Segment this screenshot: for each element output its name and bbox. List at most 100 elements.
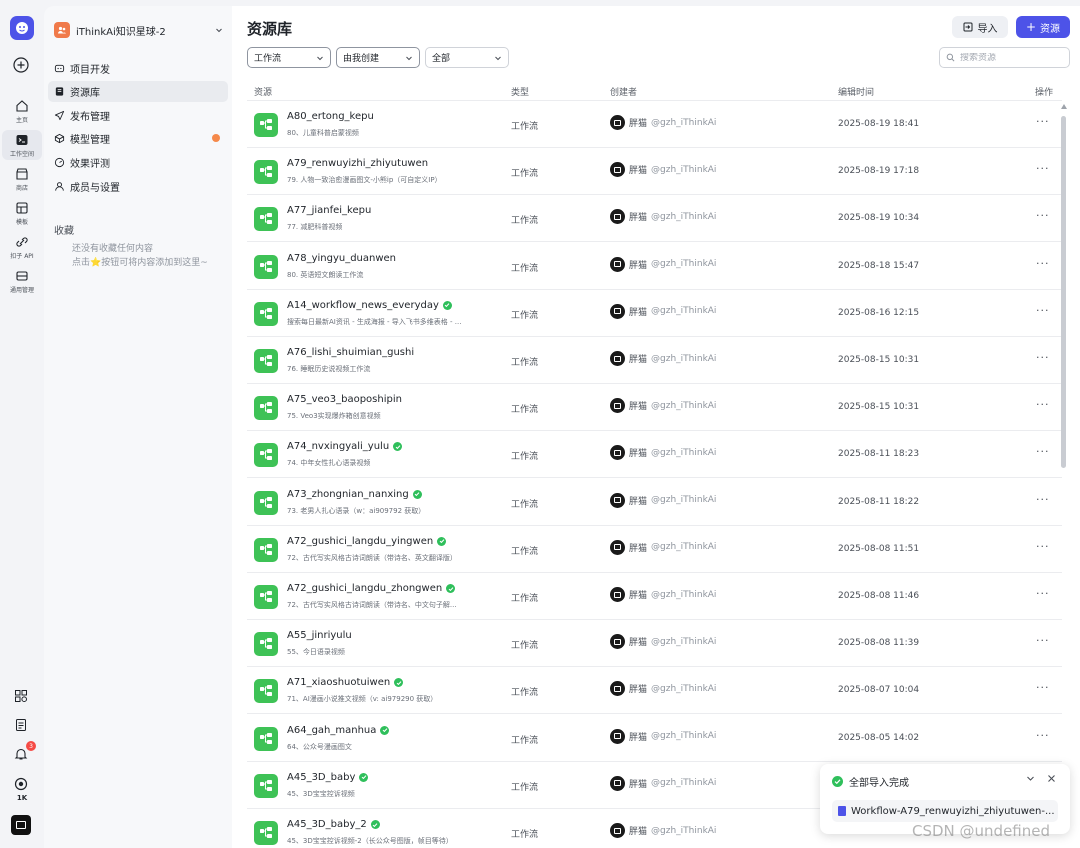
rail-item-label: 工作空间 [9, 150, 34, 158]
add-resource-button[interactable]: + 资源 [1016, 16, 1070, 38]
creator-name: 胖猫 [629, 496, 648, 507]
more-actions-icon[interactable]: ··· [1036, 493, 1050, 506]
table-row[interactable]: A76_lishi_shuimian_gushi 76. 睡眠历史说视频工作流 工作… [247, 337, 1062, 384]
table-row[interactable]: A14_workflow_news_everyday 搜索每日最新AI资讯 - 生… [247, 290, 1062, 337]
resource-name-text: A45_3D_baby [287, 771, 356, 783]
more-actions-icon[interactable]: ··· [1036, 681, 1050, 694]
table-row[interactable]: A64_gah_manhua 64、公众号漫画图文 工作流 胖猫 @gzh_iThink… [247, 715, 1062, 762]
docs-icon[interactable] [12, 716, 30, 734]
resource-creator: 胖猫 @gzh_iThinkAi [610, 256, 716, 272]
sidebar-item-library[interactable]: 资源库 [48, 81, 228, 102]
creator-name: 胖猫 [629, 260, 648, 271]
creator-avatar [610, 539, 625, 555]
creator-handle: @gzh_iThinkAi [651, 636, 717, 647]
resource-name-text: A78_yingyu_duanwen [287, 252, 397, 264]
more-actions-icon[interactable]: ··· [1036, 115, 1050, 128]
import-icon [963, 22, 972, 32]
credits-icon[interactable] [12, 775, 30, 793]
workspace-avatar-icon [54, 22, 70, 38]
creator-handle: @gzh_iThinkAi [651, 825, 717, 836]
creator-name: 胖猫 [629, 355, 648, 365]
rail-item-home[interactable]: 主页 [2, 96, 42, 126]
creator-handle: @gzh_iThinkAi [651, 683, 717, 694]
resource-type: 工作流 [511, 358, 539, 368]
sidebar-item-members[interactable]: 成员与设置 [48, 176, 228, 197]
scrollbar-up-arrow[interactable] [1061, 104, 1067, 109]
notification-bell-icon[interactable]: 3 [12, 741, 36, 763]
creator-avatar [610, 728, 625, 744]
table-row[interactable]: A80_ertong_kepu 80、儿童科普启蒙视频 工作流 胖猫 @gzh_iThi… [247, 101, 1062, 148]
workflow-icon [254, 349, 278, 373]
table-row[interactable]: A79_renwuyizhi_zhiyutuwen 79. 人物一致治愈漫画图文-… [247, 148, 1062, 196]
more-actions-icon[interactable]: ··· [1036, 634, 1050, 647]
resource-creator: 胖猫 @gzh_iThinkAi [610, 351, 716, 366]
resource-edit-time: 2025-08-15 10:31 [838, 402, 920, 413]
resource-description: 74. 中年女性扎心语录视频 [287, 459, 371, 468]
table-row[interactable]: A78_yingyu_duanwen 80. 英语短文朗读工作流 工作流 胖猫 @gzh… [247, 243, 1062, 290]
table-row[interactable]: A75_veo3_baoposhipin 75. Veo3实现爆炸箱创意视频 工作流… [247, 384, 1062, 432]
imported-file-item[interactable]: Workflow-A79_renwuyizhi_zhiyutuwen-... [832, 800, 1058, 822]
rail-item-api[interactable]: 扣子 API [2, 232, 42, 262]
import-button[interactable]: 导入 [952, 16, 1008, 38]
more-actions-icon[interactable]: ··· [1036, 587, 1050, 600]
resource-type: 工作流 [511, 830, 539, 840]
resource-name-text: A75_veo3_baoposhipin [287, 394, 402, 406]
search-input[interactable] [960, 52, 1060, 63]
resource-edit-time: 2025-08-19 17:18 [838, 166, 920, 177]
resource-name-text: A76_lishi_shuimian_gushi [287, 347, 415, 358]
workflow-icon [254, 207, 278, 232]
user-avatar[interactable] [11, 815, 31, 835]
table-row[interactable]: A72_gushici_langdu_zhongwen 72、古代写实风格古诗词朗… [247, 573, 1062, 620]
workflow-icon [254, 443, 278, 468]
more-actions-icon[interactable]: ··· [1036, 257, 1050, 270]
filter-type-select[interactable]: 工作流 [247, 47, 331, 68]
resource-name-text: A79_renwuyizhi_zhiyutuwen [287, 158, 429, 170]
table-row[interactable]: A55_jinriyulu 55、今日语录视频 工作流 胖猫 @gzh_iThinkAi… [247, 620, 1062, 668]
more-actions-icon[interactable]: ··· [1036, 729, 1050, 742]
toast-close-icon[interactable] [1047, 774, 1056, 786]
rail-item-template[interactable]: 模板 [2, 198, 42, 228]
more-actions-icon[interactable]: ··· [1036, 398, 1050, 411]
table-row[interactable]: A71_xiaoshuotuiwen 71、AI漫画小说推文视频（v: ai979… [247, 667, 1062, 715]
rail-item-workspace[interactable]: 工作空间 [2, 130, 42, 160]
creator-avatar [610, 303, 625, 319]
sidebar-item-label: 成员与设置 [70, 183, 120, 194]
filter-creator-select[interactable]: 由我创建 [336, 47, 420, 68]
creator-handle: @gzh_iThinkAi [651, 731, 717, 742]
scrollbar-thumb[interactable] [1061, 116, 1066, 468]
table-row[interactable]: A72_gushici_langdu_yingwen 72、古代写实风格古诗词朗读… [247, 526, 1062, 573]
more-actions-icon[interactable]: ··· [1036, 445, 1050, 458]
table-row[interactable]: A77_jianfei_kepu 77. 减肥科普视频 工作流 胖猫 @gzh_iThi… [247, 195, 1062, 243]
workspace-switcher[interactable]: iThinkAi知识星球-2 [54, 20, 224, 40]
resource-name-text: A55_jinriyulu [287, 630, 352, 642]
sidebar-item-project[interactable]: 项目开发 [48, 58, 228, 79]
rail-item-manage[interactable]: 通用管理 [2, 266, 42, 296]
rail-item-label: 商店 [15, 184, 28, 192]
sidebar-item-publish[interactable]: 发布管理 [48, 105, 228, 126]
add-resource-label: 资源 [1040, 23, 1061, 35]
resource-type: 工作流 [511, 405, 539, 416]
more-actions-icon[interactable]: ··· [1036, 209, 1050, 222]
more-actions-icon[interactable]: ··· [1036, 351, 1050, 364]
more-actions-icon[interactable]: ··· [1036, 304, 1050, 317]
create-plus-icon[interactable] [12, 56, 30, 74]
more-actions-icon[interactable]: ··· [1036, 540, 1050, 553]
resource-name-text: A72_gushici_langdu_yingwen [287, 535, 434, 547]
creator-avatar [610, 492, 625, 508]
table-row[interactable]: A73_zhongnian_nanxing 73. 老男人扎心语录（w：ai909… [247, 479, 1062, 526]
search-box[interactable] [939, 47, 1070, 68]
sidebar-item-evaluate[interactable]: 效果评测 [48, 152, 228, 173]
workspace-sidebar: iThinkAi知识星球-2 项目开发 资源库 发布管理 模型管理 效果评测 成… [44, 6, 232, 848]
published-check-icon [446, 584, 456, 593]
toast-collapse-icon[interactable] [1026, 774, 1035, 786]
rail-item-store[interactable]: 商店 [2, 164, 42, 194]
resource-description: 75. Veo3实现爆炸箱创意视频 [287, 412, 381, 421]
sidebar-item-model[interactable]: 模型管理 [48, 128, 228, 149]
creator-avatar [610, 775, 625, 791]
filter-status-select[interactable]: 全部 [425, 47, 509, 68]
table-row[interactable]: A74_nvxingyali_yulu 74. 中年女性扎心语录视频 工作流 胖猫 @g… [247, 431, 1062, 479]
resource-edit-time: 2025-08-05 14:02 [838, 732, 920, 743]
apps-grid-icon[interactable] [12, 687, 30, 705]
more-actions-icon[interactable]: ··· [1036, 162, 1050, 175]
app-logo-icon[interactable] [10, 16, 34, 40]
